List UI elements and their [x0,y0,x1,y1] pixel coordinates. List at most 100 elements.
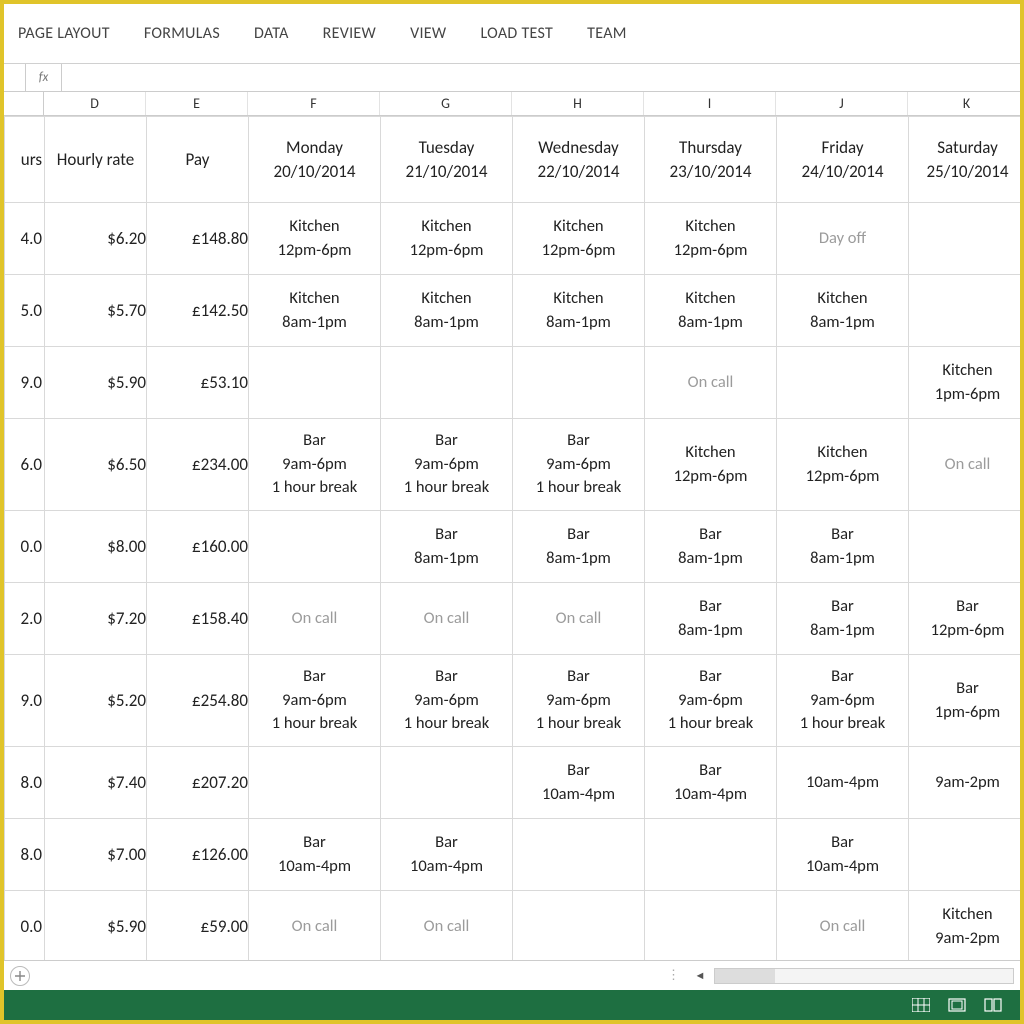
cell-pay[interactable]: £158.40 [147,583,249,655]
cell-day-5[interactable]: 9am-2pm [909,747,1021,819]
view-normal-button[interactable] [912,998,930,1012]
cell-day-3[interactable]: Bar9am-6pm1 hour break [645,655,777,747]
tab-view[interactable]: VIEW [410,24,446,43]
cell-hours[interactable]: 0.0 [5,511,45,583]
cell-hourly-rate[interactable]: $5.90 [45,347,147,419]
tab-team[interactable]: TEAM [587,24,627,43]
col-header-G[interactable]: G [380,92,512,115]
cell-day-2[interactable]: Kitchen8am-1pm [513,275,645,347]
cell-day-4[interactable]: Bar8am-1pm [777,583,909,655]
cell-day-4[interactable]: Day off [777,203,909,275]
cell-hours[interactable]: 8.0 [5,819,45,891]
cell-day-4[interactable]: Bar8am-1pm [777,511,909,583]
col-header-H[interactable]: H [512,92,644,115]
cell-pay[interactable]: £142.50 [147,275,249,347]
header-day-1[interactable]: Tuesday21/10/2014 [381,117,513,203]
col-header-J[interactable]: J [776,92,908,115]
cell-day-1[interactable]: Bar8am-1pm [381,511,513,583]
col-header-D[interactable]: D [44,92,146,115]
cell-day-4[interactable] [777,347,909,419]
cell-hourly-rate[interactable]: $6.50 [45,419,147,511]
cell-day-3[interactable]: Bar8am-1pm [645,511,777,583]
cell-day-2[interactable] [513,891,645,961]
cell-day-1[interactable]: Bar10am-4pm [381,819,513,891]
cell-day-2[interactable] [513,347,645,419]
cell-day-3[interactable]: Kitchen12pm-6pm [645,419,777,511]
cell-pay[interactable]: £234.00 [147,419,249,511]
cell-day-2[interactable]: Kitchen12pm-6pm [513,203,645,275]
cell-day-2[interactable] [513,819,645,891]
tab-data[interactable]: DATA [254,24,289,43]
cell-day-2[interactable]: Bar9am-6pm1 hour break [513,419,645,511]
cell-day-5[interactable] [909,275,1021,347]
cell-day-3[interactable]: Bar10am-4pm [645,747,777,819]
cell-day-2[interactable]: Bar9am-6pm1 hour break [513,655,645,747]
cell-pay[interactable]: £254.80 [147,655,249,747]
cell-day-0[interactable]: Bar9am-6pm1 hour break [249,419,381,511]
cell-hours[interactable]: 0.0 [5,891,45,961]
header-day-4[interactable]: Friday24/10/2014 [777,117,909,203]
header-day-0[interactable]: Monday20/10/2014 [249,117,381,203]
cell-day-2[interactable]: Bar10am-4pm [513,747,645,819]
tab-page-layout[interactable]: PAGE LAYOUT [18,24,110,43]
cell-hours[interactable]: 9.0 [5,655,45,747]
cell-day-1[interactable]: On call [381,583,513,655]
cell-day-4[interactable]: Bar9am-6pm1 hour break [777,655,909,747]
fx-icon[interactable]: fx [26,64,62,91]
cell-hourly-rate[interactable]: $7.00 [45,819,147,891]
cell-day-0[interactable] [249,747,381,819]
cell-day-0[interactable]: Kitchen8am-1pm [249,275,381,347]
header-hours[interactable]: urs [5,117,45,203]
header-day-5[interactable]: Saturday25/10/2014 [909,117,1021,203]
tab-formulas[interactable]: FORMULAS [144,24,220,43]
col-header-I[interactable]: I [644,92,776,115]
cell-day-1[interactable]: On call [381,891,513,961]
add-sheet-button[interactable] [10,966,30,986]
cell-day-5[interactable] [909,819,1021,891]
cell-hours[interactable]: 2.0 [5,583,45,655]
cell-day-0[interactable]: Bar10am-4pm [249,819,381,891]
cell-pay[interactable]: £207.20 [147,747,249,819]
cell-pay[interactable]: £148.80 [147,203,249,275]
cell-day-2[interactable]: On call [513,583,645,655]
cell-day-1[interactable]: Kitchen12pm-6pm [381,203,513,275]
cell-day-0[interactable]: Kitchen12pm-6pm [249,203,381,275]
tab-load-test[interactable]: LOAD TEST [480,24,553,43]
cell-hourly-rate[interactable]: $7.20 [45,583,147,655]
header-day-3[interactable]: Thursday23/10/2014 [645,117,777,203]
cell-day-0[interactable] [249,347,381,419]
header-hourly-rate[interactable]: Hourly rate [45,117,147,203]
cell-day-3[interactable]: Kitchen8am-1pm [645,275,777,347]
col-header-E[interactable]: E [146,92,248,115]
cell-pay[interactable]: £53.10 [147,347,249,419]
cell-day-1[interactable]: Bar9am-6pm1 hour break [381,419,513,511]
cell-day-4[interactable]: Bar10am-4pm [777,819,909,891]
tab-review[interactable]: REVIEW [323,24,376,43]
cell-day-1[interactable] [381,747,513,819]
cell-day-0[interactable] [249,511,381,583]
cell-day-5[interactable] [909,511,1021,583]
header-day-2[interactable]: Wednesday22/10/2014 [513,117,645,203]
worksheet-area[interactable]: ursHourly ratePayMonday20/10/2014Tuesday… [4,116,1020,960]
cell-day-5[interactable] [909,203,1021,275]
cell-day-3[interactable]: Bar8am-1pm [645,583,777,655]
cell-hours[interactable]: 5.0 [5,275,45,347]
cell-day-5[interactable]: On call [909,419,1021,511]
horizontal-scrollbar[interactable]: ⋮ ◄ [667,968,1020,984]
col-header-K[interactable]: K [908,92,1024,115]
cell-day-1[interactable]: Bar9am-6pm1 hour break [381,655,513,747]
cell-day-2[interactable]: Bar8am-1pm [513,511,645,583]
cell-day-4[interactable]: 10am-4pm [777,747,909,819]
view-page-layout-button[interactable] [948,998,966,1012]
view-page-break-button[interactable] [984,998,1002,1012]
cell-day-3[interactable] [645,819,777,891]
cell-day-0[interactable]: On call [249,583,381,655]
cell-pay[interactable]: £126.00 [147,819,249,891]
cell-pay[interactable]: £59.00 [147,891,249,961]
cell-pay[interactable]: £160.00 [147,511,249,583]
scroll-left-button[interactable]: ◄ [692,968,708,984]
scroll-thumb[interactable] [715,969,775,983]
cell-day-3[interactable] [645,891,777,961]
cell-hours[interactable]: 4.0 [5,203,45,275]
cell-hours[interactable]: 6.0 [5,419,45,511]
